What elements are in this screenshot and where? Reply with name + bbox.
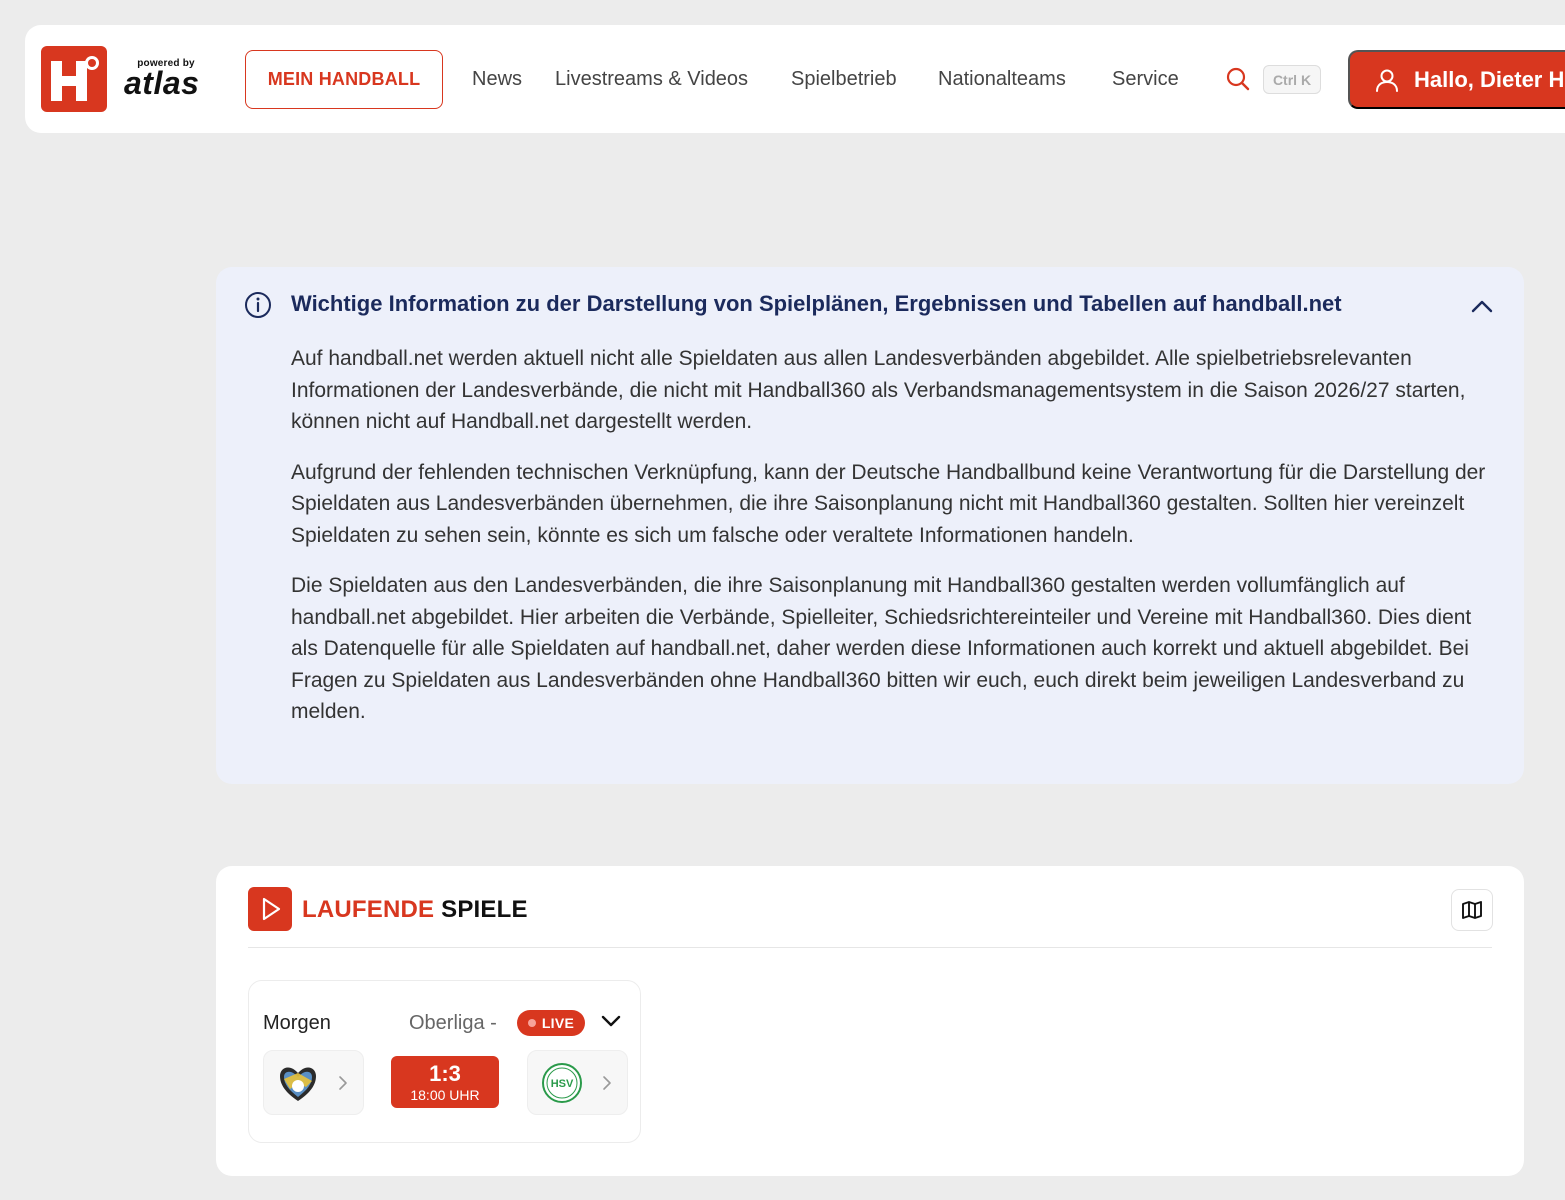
nav-item-news[interactable]: News: [472, 67, 522, 91]
mein-handball-button[interactable]: MEIN HANDBALL: [245, 50, 443, 109]
info-paragraph-3: Die Spieldaten aus den Landesverbänden, …: [291, 574, 1472, 723]
info-body: Auf handball.net werden aktuell nicht al…: [291, 343, 1501, 747]
map-view-button[interactable]: [1451, 889, 1493, 931]
nav-item-spielbetrieb[interactable]: Spielbetrieb: [791, 67, 897, 91]
top-header: powered by atlas MEIN HANDBALL News Live…: [25, 25, 1565, 133]
game-score: 1:3: [429, 1061, 461, 1086]
game-day: Morgen: [263, 1012, 331, 1034]
info-title: Wichtige Information zu der Darstellung …: [291, 291, 1342, 316]
nav-item-service[interactable]: Service: [1112, 67, 1179, 91]
hsv-crest-text: HSV: [551, 1078, 574, 1090]
game-time: 18:00 UHR: [410, 1087, 480, 1103]
important-info-panel: Wichtige Information zu der Darstellung …: [216, 267, 1524, 784]
game-card[interactable]: Morgen Oberliga - LIVE 1:3 18:00 UHR HSV: [248, 980, 641, 1143]
home-team-link[interactable]: [263, 1050, 364, 1115]
chevron-right-icon: [339, 1076, 347, 1090]
handball-net-logo[interactable]: [41, 46, 107, 112]
live-dot-icon: [527, 1019, 536, 1027]
live-badge: LIVE: [517, 1010, 585, 1036]
hsg-crest-icon: [280, 1067, 316, 1101]
nav-item-nationalteams[interactable]: Nationalteams: [938, 67, 1066, 91]
info-icon: [245, 292, 271, 318]
live-games-title: LAUFENDE SPIELE: [302, 896, 528, 924]
live-games-title-part2: SPIELE: [441, 896, 528, 923]
user-greeting: Hallo, Dieter Hu: [1414, 66, 1565, 92]
live-games-section: LAUFENDE SPIELE Morgen Oberliga - LIVE 1…: [216, 866, 1524, 1176]
search-icon[interactable]: [1225, 66, 1251, 92]
user-icon: [1376, 69, 1398, 92]
game-league: Oberliga -: [409, 1012, 497, 1034]
live-games-title-part1: LAUFENDE: [302, 896, 435, 923]
atlas-wordmark: atlas: [124, 65, 200, 101]
nav-item-livestreams-videos[interactable]: Livestreams & Videos: [555, 67, 748, 91]
chevron-up-icon[interactable]: [1470, 295, 1494, 319]
away-team-link[interactable]: HSV: [527, 1050, 628, 1115]
hsv-crest-icon: HSV: [542, 1063, 582, 1103]
map-icon: [1462, 901, 1482, 919]
chevron-down-icon[interactable]: [600, 1010, 622, 1032]
powered-by-atlas: powered by atlas: [124, 59, 204, 101]
info-paragraph-2: Aufgrund der fehlenden technischen Verkn…: [291, 460, 1486, 547]
info-paragraph-1: Auf handball.net werden aktuell nicht al…: [291, 347, 1466, 433]
section-divider: [248, 947, 1492, 948]
score-box: 1:3 18:00 UHR: [391, 1056, 499, 1108]
search-shortcut-badge: Ctrl K: [1263, 65, 1321, 94]
user-account-button[interactable]: Hallo, Dieter Hu: [1348, 50, 1565, 109]
play-icon: [248, 887, 292, 931]
handball-logo-icon: [51, 56, 99, 101]
chevron-right-icon: [603, 1076, 611, 1090]
live-badge-label: LIVE: [541, 1015, 575, 1031]
